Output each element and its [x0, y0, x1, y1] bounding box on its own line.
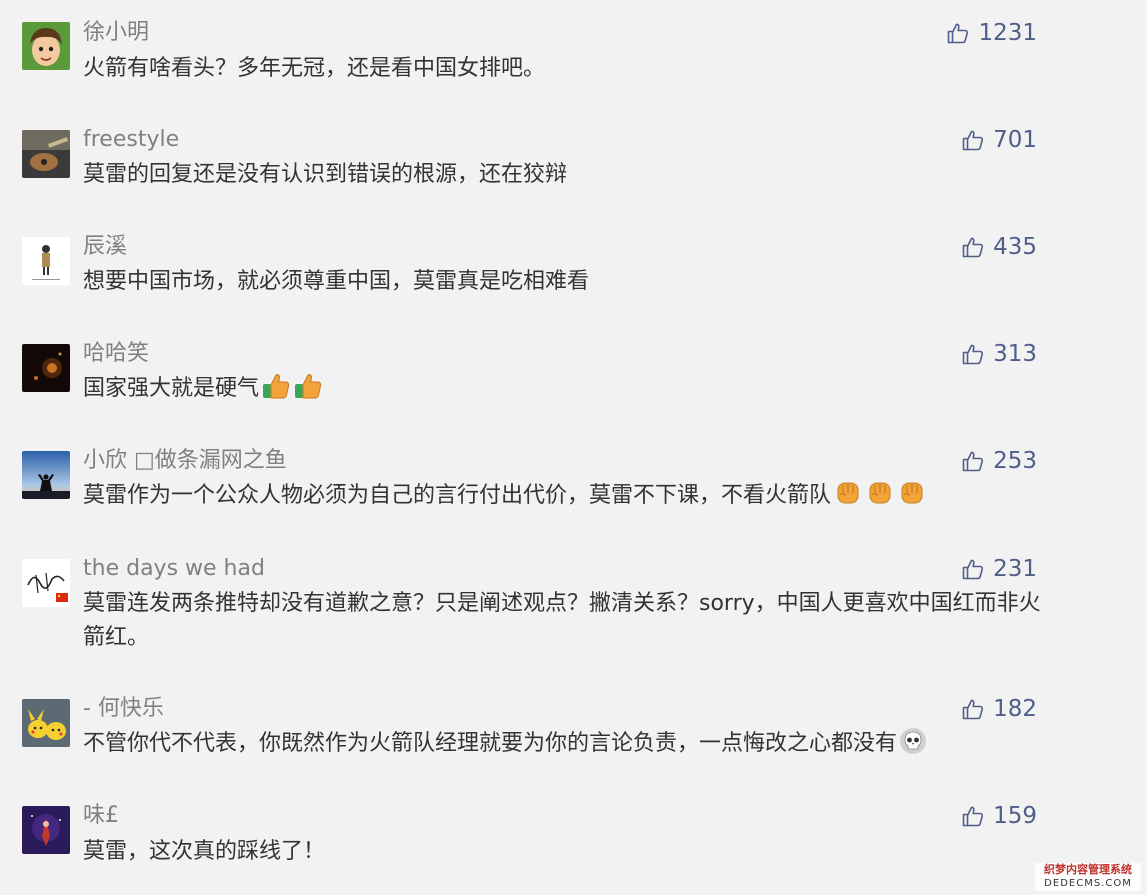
- watermark: 织梦内容管理系统 DEDECMS.COM: [1035, 863, 1141, 891]
- username[interactable]: 味£: [83, 801, 119, 831]
- thumbs-up-icon: [961, 342, 985, 366]
- username[interactable]: the days we had: [83, 554, 265, 584]
- comment-text: 莫雷连发两条推特却没有道歉之意？只是阐述观点？撇清关系？sorry，中国人更喜欢…: [83, 591, 1041, 650]
- like-button[interactable]: 313: [961, 339, 1037, 369]
- like-count: 313: [993, 341, 1037, 367]
- night-fire-avatar[interactable]: [22, 344, 70, 392]
- comment-text-content: 不管你代不代表，你既然作为火箭队经理就要为你的言论负责，一点悔改之心都没有: [83, 731, 898, 756]
- raised-fist-emoji-icon: [833, 479, 863, 518]
- like-button[interactable]: 182: [961, 694, 1037, 724]
- thumbs-up-icon: [961, 697, 985, 721]
- like-count: 435: [993, 234, 1037, 260]
- comment-text: 不管你代不代表，你既然作为火箭队经理就要为你的言论负责，一点悔改之心都没有: [83, 727, 1045, 766]
- sketch-figure-avatar[interactable]: [22, 237, 70, 285]
- comment-text: 莫雷的回复还是没有认识到错误的根源，还在狡辩: [83, 162, 568, 187]
- thumbs-up-icon: [961, 804, 985, 828]
- comment-text: 莫雷，这次真的踩线了！: [83, 839, 326, 864]
- raised-fist-emoji-icon: [865, 479, 895, 518]
- comment-text: 莫雷作为一个公众人物必须为自己的言行付出代价，莫雷不下课，不看火箭队: [83, 479, 1045, 518]
- thumbs-up-icon: [961, 235, 985, 259]
- thumbs-up-icon: [961, 128, 985, 152]
- username[interactable]: 徐小明: [83, 18, 149, 48]
- like-button[interactable]: 253: [961, 446, 1037, 476]
- like-count: 159: [993, 803, 1037, 829]
- username[interactable]: 小欣 □做条漏网之鱼: [83, 446, 287, 476]
- username[interactable]: 哈哈笑: [83, 339, 149, 369]
- like-count: 231: [993, 556, 1037, 582]
- comment-text: 国家强大就是硬气: [83, 372, 1045, 411]
- like-count: 1231: [978, 20, 1037, 46]
- username[interactable]: - 何快乐: [83, 694, 164, 724]
- fantasy-art-avatar[interactable]: [22, 806, 70, 854]
- thumbs-up-icon: [961, 449, 985, 473]
- comment-text: 想要中国市场，就必须尊重中国，莫雷真是吃相难看: [83, 269, 590, 294]
- signature-flag-avatar[interactable]: [22, 559, 70, 607]
- pikachu-avatar[interactable]: [22, 699, 70, 747]
- guitar-photo-avatar[interactable]: [22, 130, 70, 178]
- like-button[interactable]: 435: [961, 232, 1037, 262]
- like-button[interactable]: 159: [961, 801, 1037, 831]
- raised-fist-emoji-icon: [897, 479, 927, 518]
- like-count: 253: [993, 448, 1037, 474]
- thumbs-up-icon: [961, 557, 985, 581]
- cartoon-boy-avatar[interactable]: [22, 22, 70, 70]
- sunset-person-avatar[interactable]: [22, 451, 70, 499]
- like-count: 182: [993, 696, 1037, 722]
- comment-text-content: 莫雷作为一个公众人物必须为自己的言行付出代价，莫雷不下课，不看火箭队: [83, 483, 832, 508]
- comment-text-content: 国家强大就是硬气: [83, 376, 260, 401]
- like-count: 701: [993, 127, 1037, 153]
- username[interactable]: freestyle: [83, 125, 179, 155]
- username[interactable]: 辰溪: [83, 232, 127, 262]
- thumbs-up-icon: [946, 21, 970, 45]
- like-button[interactable]: 231: [961, 554, 1037, 584]
- thumbs-up-emoji-icon: [261, 372, 291, 411]
- thumbs-up-emoji-icon: [293, 372, 323, 411]
- comment-text: 火箭有啥看头？多年无冠，还是看中国女排吧。: [83, 56, 546, 81]
- watermark-title: 织梦内容管理系统: [1044, 863, 1132, 876]
- like-button[interactable]: 1231: [946, 18, 1037, 48]
- skull-emoji-icon: [899, 727, 927, 766]
- like-button[interactable]: 701: [961, 125, 1037, 155]
- watermark-url: DEDECMS.COM: [1044, 878, 1132, 889]
